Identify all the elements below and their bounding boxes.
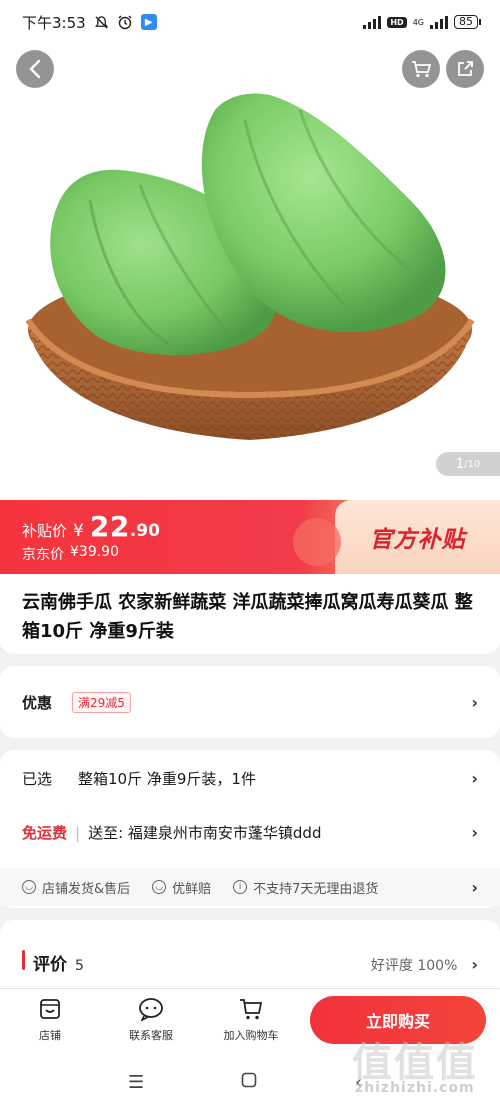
- add-to-cart-button[interactable]: 加入购物车: [206, 997, 296, 1043]
- divider: |: [75, 823, 81, 842]
- price-banner: 补贴价 ¥22.90 京东价 ¥39.90 官方补贴: [0, 500, 500, 574]
- page-total: /10: [464, 458, 481, 470]
- free-shipping-label: 免运费: [22, 824, 68, 842]
- guarantee-fresh-compensation: ◡ 优鲜赔: [152, 878, 211, 897]
- chat-icon: [139, 998, 163, 1021]
- watermark-url: zhizhizhi.com: [355, 1080, 475, 1096]
- alarm-icon: [118, 15, 132, 30]
- signal-icon: [363, 15, 382, 29]
- smile-icon: ◡: [22, 880, 36, 894]
- chevron-left-icon: [29, 59, 41, 79]
- chevron-right-icon: ›: [471, 769, 478, 788]
- reviews-label: 评价: [33, 955, 67, 975]
- jd-price-value: ¥39.90: [70, 544, 119, 560]
- service-label: 联系客服: [129, 1029, 173, 1042]
- back-button[interactable]: [16, 50, 54, 88]
- chevron-right-icon: ›: [471, 955, 478, 974]
- currency-symbol: ¥: [73, 521, 84, 541]
- app-notification-icon: ▶: [140, 14, 157, 30]
- customer-service-button[interactable]: 联系客服: [106, 997, 196, 1043]
- menu-icon[interactable]: ☰: [128, 1072, 144, 1093]
- positive-rate: 好评度 100%: [370, 958, 458, 974]
- info-icon: i: [233, 880, 248, 894]
- share-button[interactable]: [446, 50, 484, 88]
- cart-button[interactable]: [402, 50, 440, 88]
- official-subsidy-badge: 官方补贴: [293, 500, 500, 574]
- service-guarantees[interactable]: ◡ 店铺发货&售后 ◡ 优鲜赔 i 不支持7天无理由退货 ›: [0, 868, 500, 906]
- cart-icon: [412, 61, 432, 78]
- section-accent-bar: [22, 950, 25, 970]
- coin-icon: [293, 518, 341, 566]
- selected-label: 已选: [22, 770, 53, 788]
- clock: 下午3:53: [22, 13, 86, 32]
- offers-card[interactable]: 优惠 满29减5 ›: [0, 666, 500, 738]
- shop-button[interactable]: 店铺: [5, 997, 95, 1043]
- page-current: 1: [455, 456, 465, 472]
- chevron-right-icon: ›: [471, 823, 478, 842]
- selected-spec-row[interactable]: 已选 整箱10斤 净重9斤装，1件 ›: [22, 768, 478, 789]
- smile-icon: ◡: [152, 880, 167, 894]
- share-icon: [458, 61, 473, 76]
- chevron-right-icon: ›: [471, 877, 478, 897]
- coupon-tag[interactable]: 满29减5: [72, 692, 131, 713]
- guarantee-no-return: i 不支持7天无理由退货: [233, 878, 378, 897]
- official-subsidy-text: 官方补贴: [369, 527, 466, 553]
- price-integer: 22: [89, 510, 130, 543]
- network-type: 4G: [412, 17, 424, 27]
- home-square-icon: [241, 1072, 257, 1088]
- reviews-count: 5: [75, 958, 84, 974]
- delivery-address: 送至: 福建泉州市南安市蓬华镇ddd: [88, 824, 322, 842]
- mute-bell-icon: [94, 15, 108, 29]
- subsidy-price-label: 补贴价: [22, 522, 68, 540]
- selected-value: 整箱10斤 净重9斤装，1件: [78, 770, 256, 788]
- home-icon[interactable]: [241, 1072, 257, 1093]
- image-page-indicator: 1/10: [436, 452, 500, 476]
- offers-label: 优惠: [22, 694, 53, 712]
- price-decimal: .90: [129, 521, 160, 541]
- hd-badge: HD: [387, 16, 407, 28]
- product-title-card: 云南佛手瓜 农家新鲜蔬菜 洋瓜蔬菜捧瓜窝瓜寿瓜葵瓜 整箱10斤 净重9斤装: [0, 574, 500, 654]
- cart-icon: [240, 999, 263, 1020]
- jd-price-label: 京东价: [22, 547, 64, 563]
- battery-indicator: 85: [454, 15, 481, 29]
- shipping-row[interactable]: 免运费 | 送至: 福建泉州市南安市蓬华镇ddd ›: [22, 822, 478, 843]
- guarantee-shop-delivery: ◡ 店铺发货&售后: [22, 878, 130, 897]
- shop-label: 店铺: [39, 1029, 61, 1042]
- product-title: 云南佛手瓜 农家新鲜蔬菜 洋瓜蔬菜捧瓜窝瓜寿瓜葵瓜 整箱10斤 净重9斤装: [22, 592, 473, 642]
- cart-label: 加入购物车: [223, 1029, 279, 1042]
- signal-icon-2: [430, 15, 448, 29]
- status-bar: 下午3:53 ▶ HD 4G 85: [0, 0, 500, 44]
- chevron-right-icon: ›: [471, 693, 478, 712]
- shop-icon: [40, 999, 60, 1019]
